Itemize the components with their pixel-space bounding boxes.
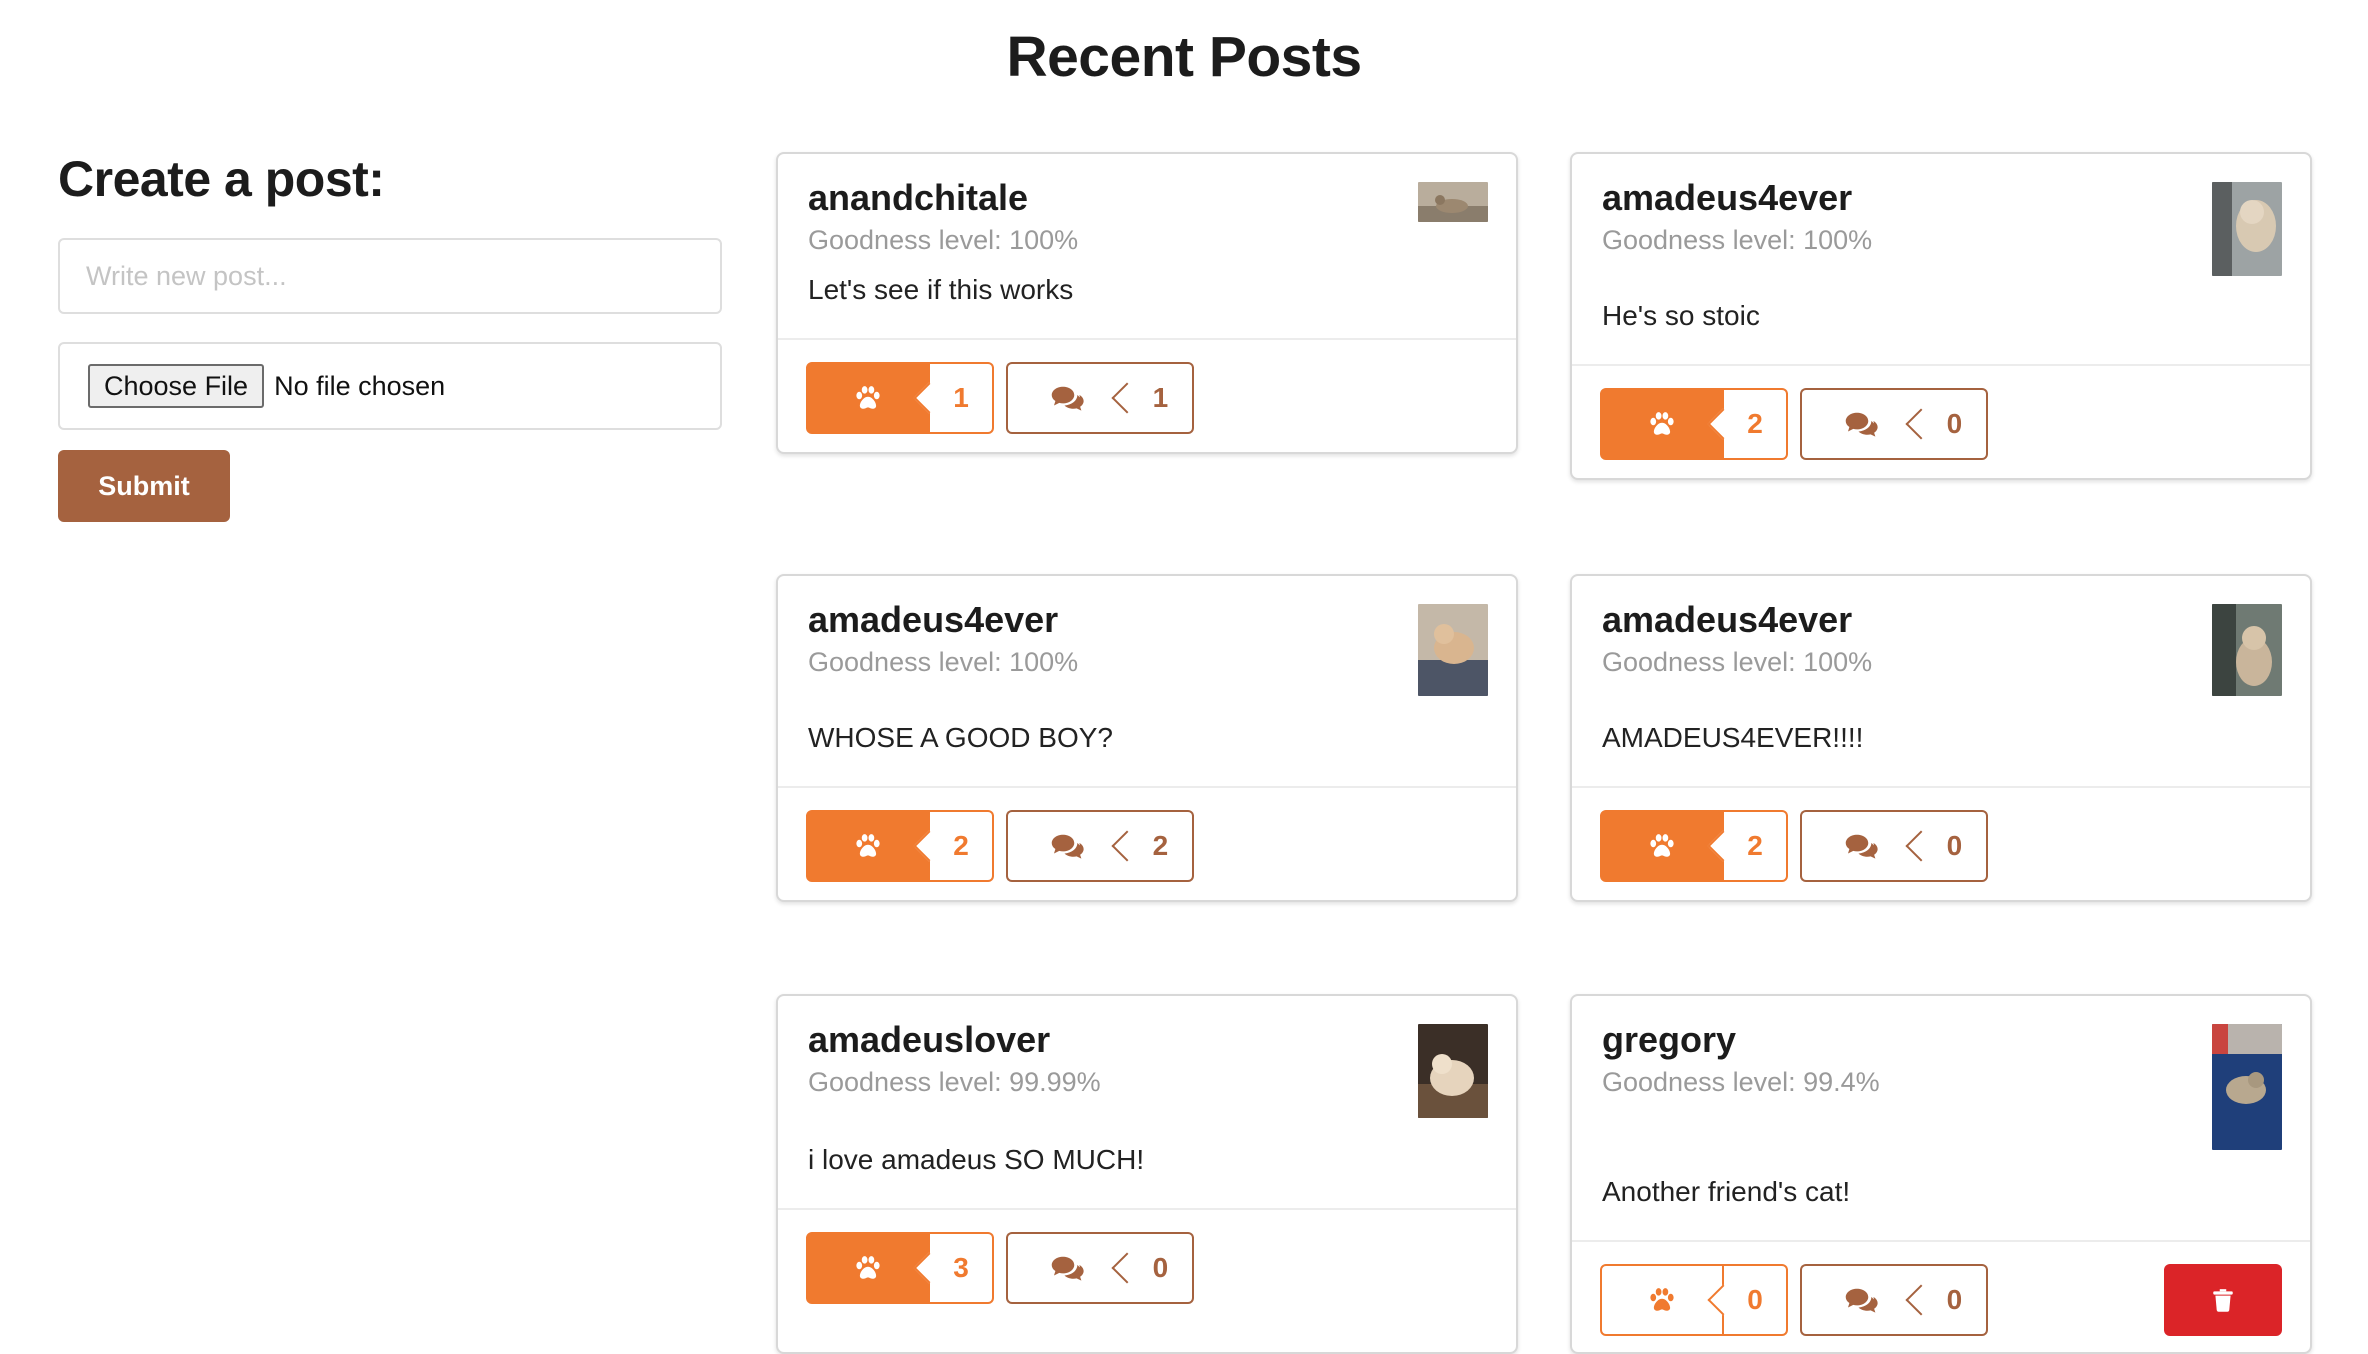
paw-icon (853, 383, 883, 413)
goodness-level: Goodness level: 99.99% (808, 1067, 1101, 1097)
comments-icon (1844, 409, 1880, 439)
like-group: 2 (806, 810, 994, 882)
like-count: 3 (930, 1232, 994, 1304)
comment-count: 2 (1128, 810, 1195, 882)
post-author[interactable]: amadeuslover (808, 1018, 1486, 1062)
like-count: 0 (1724, 1264, 1788, 1336)
comment-count: 0 (1128, 1232, 1195, 1304)
comment-group: 0 (1800, 388, 1989, 460)
paw-icon (1647, 831, 1677, 861)
cat-photo[interactable] (2212, 604, 2282, 696)
post-actions: 0 0 (1572, 1240, 2310, 1352)
choose-file-button[interactable]: Choose File (88, 364, 265, 408)
comment-button[interactable] (1006, 1232, 1129, 1304)
like-group: 1 (806, 362, 994, 434)
goodness-level: Goodness level: 100% (1602, 225, 1873, 255)
file-upload-field: Choose File No file chosen (58, 342, 722, 430)
comment-button[interactable] (1800, 810, 1923, 882)
post-actions: 2 0 (1572, 786, 2310, 900)
like-button[interactable] (806, 1232, 930, 1304)
post-author[interactable]: anandchitale (808, 176, 1486, 220)
post-actions: 1 1 (778, 338, 1516, 452)
like-group: 3 (806, 1232, 994, 1304)
comment-group: 2 (1006, 810, 1195, 882)
paw-icon (1647, 409, 1677, 439)
comment-group: 0 (1800, 1264, 1989, 1336)
cat-photo[interactable] (2212, 182, 2282, 276)
submit-button[interactable]: Submit (58, 450, 230, 522)
cat-photo[interactable] (2212, 1024, 2282, 1150)
post-author[interactable]: amadeus4ever (1602, 176, 2280, 220)
create-post-heading: Create a post: (58, 151, 385, 207)
like-button[interactable] (806, 362, 930, 434)
create-post-panel: Create a post: Choose File No file chose… (58, 150, 722, 522)
goodness-level: Goodness level: 100% (808, 647, 1079, 677)
post-text: WHOSE A GOOD BOY? (808, 722, 1113, 753)
comment-group: 0 (1800, 810, 1989, 882)
comment-group: 0 (1006, 1232, 1195, 1304)
like-count: 1 (930, 362, 994, 434)
post-text: AMADEUS4EVER!!!! (1602, 722, 1864, 753)
comments-icon (1844, 1285, 1880, 1315)
like-group: 0 (1600, 1264, 1788, 1336)
comment-count: 0 (1922, 810, 1989, 882)
comments-icon (1050, 1253, 1086, 1283)
post-actions: 2 2 (778, 786, 1516, 900)
cat-photo[interactable] (1418, 1024, 1488, 1118)
comment-button[interactable] (1800, 388, 1923, 460)
like-button[interactable] (1600, 388, 1724, 460)
cat-photo[interactable] (1418, 604, 1488, 696)
like-count: 2 (1724, 810, 1788, 882)
delete-post-button[interactable] (2164, 1264, 2282, 1336)
like-button[interactable] (1600, 1264, 1724, 1336)
like-count: 2 (930, 810, 994, 882)
post-author[interactable]: gregory (1602, 1018, 2280, 1062)
comment-count: 0 (1922, 1264, 1989, 1336)
comment-button[interactable] (1006, 810, 1129, 882)
comment-count: 1 (1128, 362, 1195, 434)
like-group: 2 (1600, 388, 1788, 460)
comments-icon (1050, 831, 1086, 861)
post-text: i love amadeus SO MUCH! (808, 1144, 1145, 1175)
post-actions: 2 0 (1572, 364, 2310, 478)
page-title: Recent Posts (1006, 25, 1362, 89)
trash-icon (2210, 1287, 2236, 1313)
file-status-text: No file chosen (274, 370, 446, 401)
comment-group: 1 (1006, 362, 1195, 434)
post-text: Let's see if this works (808, 274, 1074, 305)
goodness-level: Goodness level: 99.4% (1602, 1067, 1880, 1097)
comment-count: 0 (1922, 388, 1989, 460)
like-button[interactable] (1600, 810, 1724, 882)
cat-photo[interactable] (1418, 182, 1488, 222)
comments-icon (1050, 383, 1086, 413)
post-card: amadeus4ever Goodness level: 100% He's s… (1570, 152, 2312, 480)
goodness-level: Goodness level: 100% (808, 225, 1079, 255)
post-text: He's so stoic (1602, 300, 1760, 331)
like-group: 2 (1600, 810, 1788, 882)
post-author[interactable]: amadeus4ever (1602, 598, 2280, 642)
comments-icon (1844, 831, 1880, 861)
paw-icon (1647, 1285, 1677, 1315)
post-card: gregory Goodness level: 99.4% Another fr… (1570, 994, 2312, 1354)
post-author[interactable]: amadeus4ever (808, 598, 1486, 642)
post-card: anandchitale Goodness level: 100% Let's … (776, 152, 1518, 454)
goodness-level: Goodness level: 100% (1602, 647, 1873, 677)
post-actions: 3 0 (778, 1208, 1516, 1352)
post-card: amadeus4ever Goodness level: 100% WHOSE … (776, 574, 1518, 902)
post-card: amadeus4ever Goodness level: 100% AMADEU… (1570, 574, 2312, 902)
paw-icon (853, 1253, 883, 1283)
new-post-input[interactable] (58, 238, 722, 314)
like-button[interactable] (806, 810, 930, 882)
comment-button[interactable] (1800, 1264, 1923, 1336)
like-count: 2 (1724, 388, 1788, 460)
post-card: amadeuslover Goodness level: 99.99% i lo… (776, 994, 1518, 1354)
comment-button[interactable] (1006, 362, 1129, 434)
paw-icon (853, 831, 883, 861)
post-text: Another friend's cat! (1602, 1176, 1851, 1207)
